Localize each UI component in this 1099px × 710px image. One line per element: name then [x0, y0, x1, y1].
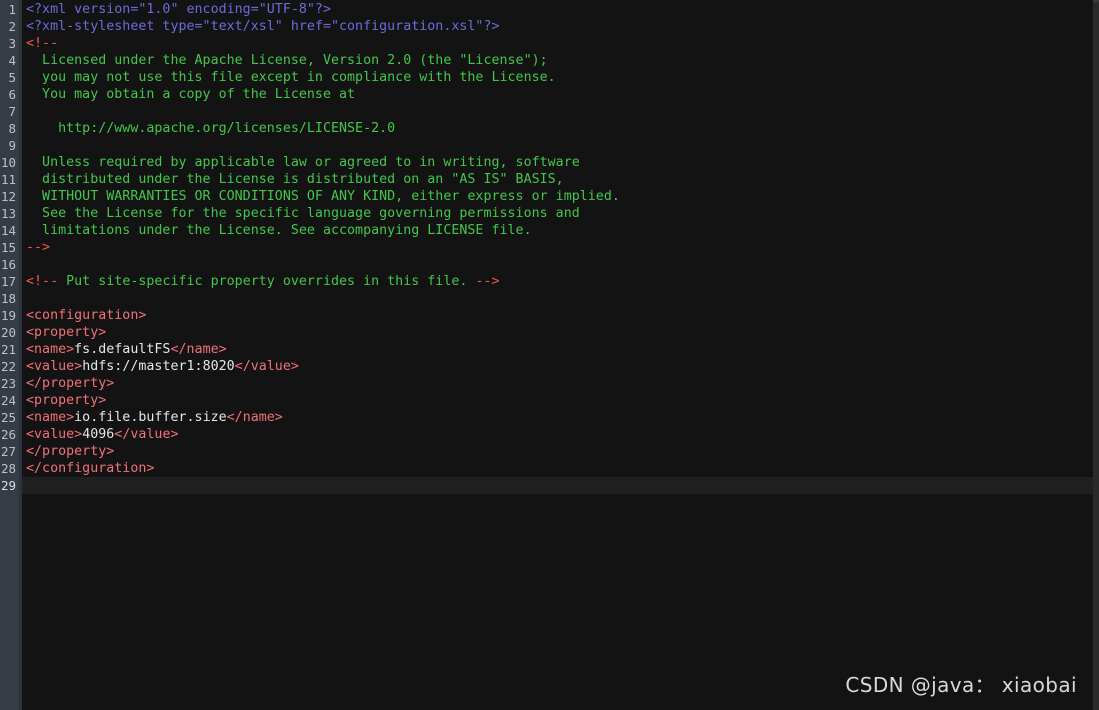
code-token: See the License for the specific languag… — [26, 206, 580, 221]
vertical-scrollbar-thumb[interactable] — [1093, 0, 1099, 2]
code-line[interactable]: <value>hdfs://master1:8020</value> — [22, 358, 1099, 375]
line-number: 2 — [8, 19, 16, 34]
code-token: io.file.buffer.size — [74, 410, 227, 425]
code-line[interactable]: <?xml version="1.0" encoding="UTF-8"?> — [22, 1, 1099, 18]
line-number: 27 — [0, 444, 16, 459]
code-token: 4096 — [82, 427, 115, 442]
code-line[interactable]: <name>fs.defaultFS</name> — [22, 341, 1099, 358]
line-number: 24 — [0, 393, 16, 408]
line-number: 14 — [0, 223, 16, 238]
code-token: </configuration> — [26, 461, 155, 476]
line-number: 5 — [8, 70, 16, 85]
code-token: <?xml version="1.0" encoding="UTF-8"?> — [26, 2, 331, 17]
code-token: </value> — [234, 359, 299, 374]
code-token: <property> — [26, 325, 107, 340]
line-number: 3 — [8, 36, 16, 51]
code-line[interactable]: </property> — [22, 443, 1099, 460]
code-line[interactable]: <value>4096</value> — [22, 426, 1099, 443]
code-line[interactable]: <!-- — [22, 35, 1099, 52]
line-number: 1 — [8, 2, 16, 17]
line-number: 10 — [0, 155, 16, 170]
code-token: --> — [26, 240, 51, 255]
code-token: you may not use this file except in comp… — [26, 70, 556, 85]
line-number: 9 — [8, 138, 16, 153]
code-token: <!-- — [26, 274, 59, 289]
code-area[interactable]: <?xml version="1.0" encoding="UTF-8"?> <?… — [22, 0, 1099, 710]
line-number: 25 — [0, 410, 16, 425]
code-token: Put site-specific property overrides in … — [58, 274, 476, 289]
code-token: Unless required by applicable law or agr… — [26, 155, 580, 170]
code-line[interactable]: you may not use this file except in comp… — [22, 69, 1099, 86]
code-line[interactable]: You may obtain a copy of the License at — [22, 86, 1099, 103]
line-number: 7 — [8, 104, 16, 119]
line-number: 20 — [0, 325, 16, 340]
code-token: </value> — [114, 427, 179, 442]
code-line[interactable]: limitations under the License. See accom… — [22, 222, 1099, 239]
code-token: WITHOUT WARRANTIES OR CONDITIONS OF ANY … — [26, 189, 620, 204]
line-number: 23 — [0, 376, 16, 391]
line-number: 8 — [8, 121, 16, 136]
vertical-scrollbar-track[interactable] — [1093, 0, 1099, 710]
line-number: 11 — [0, 172, 16, 187]
code-line[interactable]: <property> — [22, 324, 1099, 341]
code-token: </name> — [170, 342, 227, 357]
code-line[interactable] — [22, 137, 1099, 154]
line-number: 18 — [0, 291, 16, 306]
line-number: 19 — [0, 308, 16, 323]
code-token: hdfs://master1:8020 — [82, 359, 235, 374]
code-token: <name> — [26, 342, 75, 357]
code-line[interactable]: See the License for the specific languag… — [22, 205, 1099, 222]
line-number: 4 — [8, 53, 16, 68]
code-token: <value> — [26, 427, 83, 442]
watermark-label: CSDN @java： xiaobai — [845, 673, 1077, 697]
code-token: <value> — [26, 359, 83, 374]
line-number: 12 — [0, 189, 16, 204]
line-number: 17 — [0, 274, 16, 289]
code-line[interactable]: Unless required by applicable law or agr… — [22, 154, 1099, 171]
code-line[interactable]: </property> — [22, 375, 1099, 392]
code-line[interactable]: <?xml-stylesheet type="text/xsl" href="c… — [22, 18, 1099, 35]
line-number: 15 — [0, 240, 16, 255]
code-line[interactable] — [22, 290, 1099, 307]
code-editor: 1 2 3 4 5 6 7 8 9 10 11 12 13 14 15 16 17 18 19 20 21 22 23 24 2… — [0, 0, 1099, 710]
code-line[interactable] — [22, 256, 1099, 273]
code-token: --> — [475, 274, 500, 289]
code-token: <property> — [26, 393, 107, 408]
code-line[interactable]: <configuration> — [22, 307, 1099, 324]
code-line[interactable] — [22, 103, 1099, 120]
code-token: Licensed under the Apache License, Versi… — [26, 53, 548, 68]
code-token: fs.defaultFS — [74, 342, 171, 357]
line-number: 16 — [0, 257, 16, 272]
code-line[interactable]: --> — [22, 239, 1099, 256]
code-token: </property> — [26, 376, 115, 391]
line-number-gutter: 1 2 3 4 5 6 7 8 9 10 11 12 13 14 15 16 17 18 19 20 21 22 23 24 2… — [0, 0, 22, 710]
code-line[interactable]: <name>io.file.buffer.size</name> — [22, 409, 1099, 426]
code-token: http://www.apache.org/licenses/LICENSE-2… — [26, 121, 396, 136]
code-token: <!-- — [26, 36, 59, 51]
code-token: </name> — [226, 410, 283, 425]
code-token: You may obtain a copy of the License at — [26, 87, 356, 102]
code-line[interactable]: Licensed under the Apache License, Versi… — [22, 52, 1099, 69]
code-line[interactable]: <!-- Put site-specific property override… — [22, 273, 1099, 290]
line-number: 21 — [0, 342, 16, 357]
code-token: limitations under the License. See accom… — [26, 223, 532, 238]
line-number: 22 — [0, 359, 16, 374]
code-line[interactable]: http://www.apache.org/licenses/LICENSE-2… — [22, 120, 1099, 137]
code-line[interactable]: distributed under the License is distrib… — [22, 171, 1099, 188]
line-number: 29 — [0, 478, 16, 493]
code-token: <name> — [26, 410, 75, 425]
line-number: 28 — [0, 461, 16, 476]
line-number: 13 — [0, 206, 16, 221]
code-line[interactable]: </configuration> — [22, 460, 1099, 477]
code-token: distributed under the License is distrib… — [26, 172, 564, 187]
code-line[interactable] — [22, 477, 1099, 494]
code-token: </property> — [26, 444, 115, 459]
code-line[interactable]: <property> — [22, 392, 1099, 409]
code-token: <configuration> — [26, 308, 147, 323]
code-token: <?xml-stylesheet type="text/xsl" href="c… — [26, 19, 500, 34]
line-number: 26 — [0, 427, 16, 442]
line-number: 6 — [8, 87, 16, 102]
code-line[interactable]: WITHOUT WARRANTIES OR CONDITIONS OF ANY … — [22, 188, 1099, 205]
